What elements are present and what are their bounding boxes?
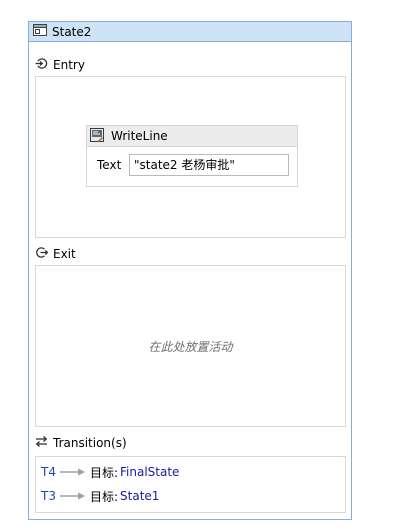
arrow-right-icon xyxy=(59,492,86,500)
exit-label: Exit xyxy=(53,247,76,261)
state-node[interactable]: State2 Entry WriteLine Text "state2 老杨审批… xyxy=(28,21,352,520)
entry-label: Entry xyxy=(53,58,85,72)
exit-activity-drop-zone[interactable]: 在此处放置活动 xyxy=(35,265,346,427)
entry-icon xyxy=(35,57,48,73)
target-prefix: 目标: xyxy=(89,489,119,504)
writeline-title: WriteLine xyxy=(111,129,168,143)
transitions-list: T4 目标: FinalState T3 目标: State1 xyxy=(35,456,346,513)
writeline-header[interactable]: WriteLine xyxy=(87,126,297,147)
text-property-input[interactable]: "state2 老杨审批" xyxy=(129,154,289,176)
transitions-label: Transition(s) xyxy=(53,436,127,450)
transition-target[interactable]: State1 xyxy=(120,489,159,503)
entry-section-label: Entry xyxy=(35,57,85,73)
state-icon xyxy=(33,24,47,39)
drop-activity-hint: 在此处放置活动 xyxy=(148,340,233,354)
target-prefix: 目标: xyxy=(89,465,119,480)
exit-section-label: Exit xyxy=(35,246,76,262)
transition-row-t4[interactable]: T4 目标: FinalState xyxy=(36,460,345,484)
transition-row-t3[interactable]: T3 目标: State1 xyxy=(36,484,345,508)
state-title: State2 xyxy=(52,24,92,39)
transitions-section-label: Transition(s) xyxy=(35,435,127,451)
transition-name[interactable]: T4 xyxy=(41,465,56,479)
entry-activity-panel[interactable]: WriteLine Text "state2 老杨审批" xyxy=(35,76,346,238)
text-property-label: Text xyxy=(97,158,122,172)
arrow-right-icon xyxy=(59,468,86,476)
transition-target[interactable]: FinalState xyxy=(120,465,179,479)
writeline-activity[interactable]: WriteLine Text "state2 老杨审批" xyxy=(86,125,298,187)
transitions-icon xyxy=(35,435,48,451)
state-header[interactable]: State2 xyxy=(29,22,351,42)
writeline-icon xyxy=(90,127,104,145)
exit-icon xyxy=(35,246,49,262)
transition-name[interactable]: T3 xyxy=(41,489,56,503)
